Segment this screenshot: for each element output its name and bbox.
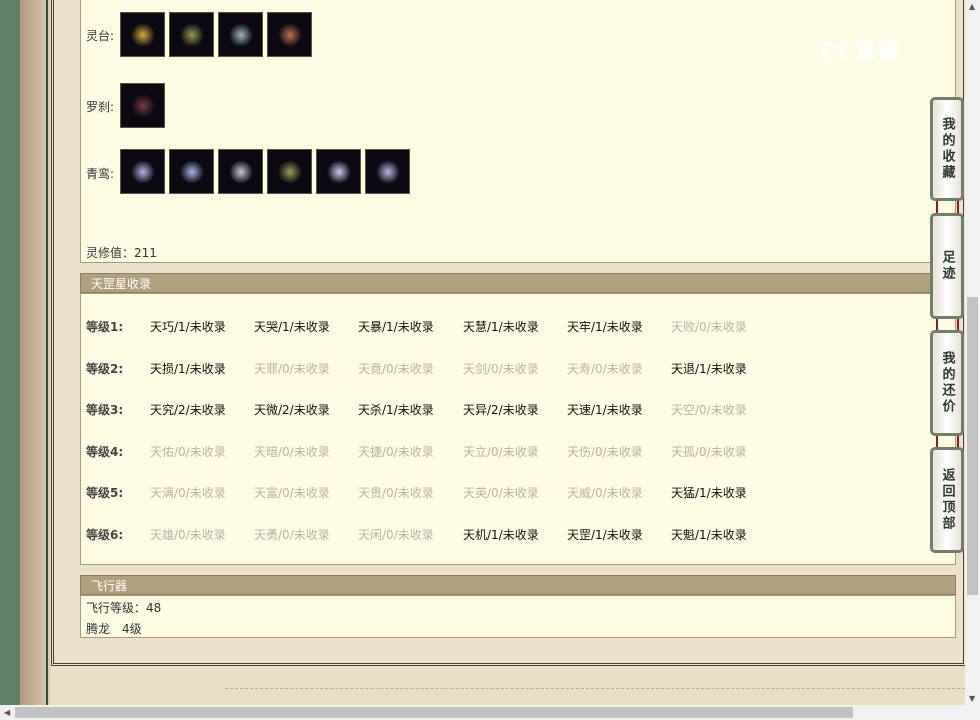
star-entry: 天微/2/未收录 (254, 403, 330, 417)
star-entry: 天闲/0/未收录 (358, 527, 434, 542)
ring-icon[interactable] (218, 149, 263, 194)
star-entry: 天究/2/未收录 (150, 403, 226, 417)
star-entry: 天机/1/未收录 (463, 527, 539, 542)
level-label: 等级3: (86, 403, 124, 417)
mask-icon[interactable] (169, 12, 214, 57)
star-entry: 天暴/1/未收录 (358, 320, 434, 334)
star-entry: 天杀/1/未收录 (358, 403, 434, 417)
star-entry: 天立/0/未收录 (463, 444, 539, 459)
star-entry: 天罪/0/未收录 (254, 361, 330, 376)
star-entry: 天罡/1/未收录 (567, 527, 643, 542)
star-entry: 天剑/0/未收录 (463, 361, 539, 376)
crown-icon[interactable] (120, 12, 165, 57)
horizontal-scroll-thumb[interactable] (15, 707, 853, 718)
level-label: 等级4: (86, 444, 124, 459)
star-entry: 天捷/0/未收录 (358, 444, 434, 459)
star-entry: 天英/0/未收录 (463, 486, 539, 500)
my-bargain-button[interactable]: 我的还价 (930, 330, 964, 436)
flyer-level: 飞行等级：48 (86, 601, 162, 615)
star-entry: 天伤/0/未收录 (567, 444, 643, 459)
star-entry: 天败/0/未收录 (671, 320, 747, 334)
lingtai-label: 灵台: (86, 29, 115, 43)
scroll-down-icon[interactable]: ▼ (969, 694, 975, 703)
lingxiu-value: 灵修值：211 (86, 246, 157, 260)
tiangang-header: 天罡星收录 (80, 273, 956, 293)
scroll-up-icon[interactable]: ▲ (969, 2, 975, 11)
flyer-header: 飞行器 (80, 575, 956, 595)
flyer-panel (80, 595, 956, 638)
star-entry: 天雄/0/未收录 (150, 527, 226, 542)
star-entry: 天暗/0/未收录 (254, 444, 330, 459)
star-entry: 天满/0/未收录 (150, 486, 226, 500)
star-entry: 天勇/0/未收录 (254, 527, 330, 542)
flyer-mount: 腾龙 4级 (86, 622, 142, 636)
star-entry: 天孤/0/未收录 (671, 444, 747, 459)
wing-icon[interactable] (120, 149, 165, 194)
left-border (0, 0, 20, 705)
star-entry: 天牢/1/未收录 (567, 320, 643, 334)
back-to-top-button[interactable]: 返回顶部 (930, 447, 964, 553)
level-label: 等级2: (86, 361, 124, 376)
star-entry: 天贵/0/未收录 (358, 486, 434, 500)
star-entry: 天空/0/未收录 (671, 403, 747, 417)
star-entry: 天魁/1/未收录 (671, 527, 747, 542)
luosha-label: 罗刹: (86, 100, 115, 114)
star-entry: 天威/0/未收录 (567, 486, 643, 500)
bag-icon[interactable] (120, 83, 165, 128)
star-entry: 天退/1/未收录 (671, 361, 747, 376)
left-border-tan (20, 0, 50, 705)
qingluan-label: 青鸾: (86, 167, 115, 181)
star-entry: 天慧/1/未收录 (463, 320, 539, 334)
star-entry: 天富/0/未收录 (254, 486, 330, 500)
star-entry: 天巧/1/未收录 (150, 320, 226, 334)
star-entry: 天佑/0/未收录 (150, 444, 226, 459)
tassel-icon[interactable] (316, 149, 361, 194)
level-label: 等级1: (86, 320, 124, 334)
star-entry: 天哭/1/未收录 (254, 320, 330, 334)
level-label: 等级5: (86, 486, 124, 500)
watermark-logo: CC直播 (820, 40, 901, 65)
star-entry: 天损/1/未收录 (150, 361, 226, 376)
star-entry: 天寿/0/未收录 (567, 361, 643, 376)
cloak-icon[interactable] (218, 12, 263, 57)
scroll-left-icon[interactable]: ◀ (4, 708, 10, 717)
my-favorites-button[interactable]: 我的收藏 (930, 97, 964, 201)
level-label: 等级6: (86, 527, 124, 542)
star-entry: 天竟/0/未收录 (358, 361, 434, 376)
star-entry: 天猛/1/未收录 (671, 486, 747, 500)
mask-icon[interactable] (267, 149, 312, 194)
divider (225, 688, 965, 689)
star-entry: 天异/2/未收录 (463, 403, 539, 417)
robe-icon[interactable] (169, 149, 214, 194)
belt-icon[interactable] (365, 149, 410, 194)
star-entry: 天速/1/未收录 (567, 403, 643, 417)
pendant-icon[interactable] (267, 12, 312, 57)
vertical-scroll-thumb[interactable] (967, 297, 978, 595)
footprint-button[interactable]: 足迹 (930, 213, 964, 319)
